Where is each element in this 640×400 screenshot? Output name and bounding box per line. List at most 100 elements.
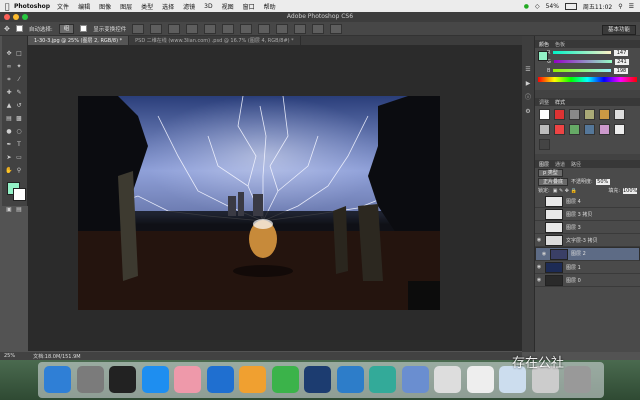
lasso-tool-icon[interactable]: ∞ <box>5 63 13 71</box>
history-brush-tool-icon[interactable]: ↺ <box>15 102 23 110</box>
doc-dock-icon[interactable] <box>466 366 494 393</box>
auto-select-dropdown[interactable]: 组 <box>58 23 75 34</box>
quick-mask-icon[interactable]: ▣ <box>5 206 13 214</box>
layer-row[interactable]: ◉ 图层 1 <box>535 261 640 274</box>
ps-dock-icon[interactable] <box>304 366 331 393</box>
b-value-field[interactable]: 198 <box>614 67 629 74</box>
style-swatch[interactable] <box>583 109 595 120</box>
menu-window[interactable]: 窗口 <box>243 2 255 11</box>
eyedropper-tool-icon[interactable]: ⁄ <box>15 76 23 84</box>
layer-row[interactable]: 图层 4 <box>535 195 640 208</box>
magic-wand-tool-icon[interactable]: ✦ <box>15 63 23 71</box>
distribute-left-icon[interactable] <box>294 23 307 34</box>
distribute-middle-icon[interactable] <box>258 23 271 34</box>
style-swatch[interactable] <box>598 124 610 135</box>
style-swatch[interactable] <box>568 109 580 120</box>
marquee-tool-icon[interactable]: □ <box>15 50 23 58</box>
menu-3d[interactable]: 3D <box>204 3 212 10</box>
visibility-eye-icon[interactable]: ◉ <box>540 250 548 258</box>
search-icon[interactable]: ⚲ <box>618 3 622 10</box>
menu-file[interactable]: 文件 <box>57 2 69 11</box>
wifi-icon[interactable]: ◇ <box>535 3 540 10</box>
style-swatch[interactable] <box>613 124 625 135</box>
show-transform-checkbox[interactable] <box>80 25 88 32</box>
safari-dock-icon[interactable] <box>141 366 169 393</box>
style-swatch[interactable] <box>583 124 595 135</box>
finder-dock-icon[interactable] <box>44 366 71 393</box>
spectrum-bar[interactable] <box>538 77 637 82</box>
menu-image[interactable]: 图像 <box>99 2 111 11</box>
keynote-dock-icon[interactable] <box>206 366 234 393</box>
wechat-icon[interactable]: ● <box>524 3 529 10</box>
history-panel-icon[interactable]: ☰ <box>524 66 532 74</box>
launchpad-dock-icon[interactable] <box>76 366 104 393</box>
zoom-level[interactable]: 25% <box>4 353 15 359</box>
layer-thumbnail[interactable] <box>545 274 563 286</box>
align-middle-icon[interactable] <box>150 23 163 34</box>
menu-edit[interactable]: 编辑 <box>78 2 90 11</box>
iqiyi-dock-icon[interactable] <box>271 366 299 393</box>
menu-view[interactable]: 视图 <box>222 2 234 11</box>
battery-icon[interactable] <box>564 2 577 10</box>
auto-select-checkbox[interactable] <box>15 25 23 32</box>
type-tool-icon[interactable]: T <box>15 141 23 149</box>
path-selection-tool-icon[interactable]: ➤ <box>5 154 13 162</box>
layer-name[interactable]: 图层 3 拷贝 <box>566 211 592 218</box>
opacity-field[interactable]: 50% <box>595 178 610 185</box>
style-swatch[interactable] <box>568 124 580 135</box>
files-dock-icon[interactable] <box>434 366 461 393</box>
document-image[interactable] <box>78 96 440 310</box>
layer-row[interactable]: 图层 3 拷贝 <box>535 208 640 221</box>
layer-row[interactable]: ◉ 图层 0 <box>535 274 640 287</box>
menu-help[interactable]: 帮助 <box>264 2 276 11</box>
layer-row[interactable]: ◉ 图层 2 <box>535 247 640 261</box>
align-left-icon[interactable] <box>186 23 199 34</box>
tab-styles[interactable]: 样式 <box>555 99 565 106</box>
preview-dock-icon[interactable] <box>401 366 429 393</box>
crop-tool-icon[interactable]: ⌗ <box>5 76 13 84</box>
tab-doc-2[interactable]: PSD 二维在线 (www.3lian.com) .psd @ 16.7% (图… <box>129 36 301 45</box>
qq-dock-icon[interactable] <box>109 366 136 393</box>
layer-name[interactable]: 图层 1 <box>566 264 581 271</box>
workspace-switcher[interactable]: 基本功能 <box>601 25 636 35</box>
pen-tool-icon[interactable]: ✒ <box>5 141 13 149</box>
healing-brush-tool-icon[interactable]: ✚ <box>5 89 13 97</box>
align-top-icon[interactable] <box>132 23 145 34</box>
layer-thumbnail[interactable] <box>545 261 563 273</box>
info-panel-icon[interactable]: ⓘ <box>524 94 532 102</box>
screen-mode-icon[interactable]: ▤ <box>15 206 23 214</box>
align-bottom-icon[interactable] <box>168 23 181 34</box>
tab-color[interactable]: 颜色 <box>539 41 549 48</box>
layer-name[interactable]: 图层 4 <box>566 198 581 205</box>
style-swatch[interactable] <box>553 124 565 135</box>
visibility-eye-icon[interactable]: ◉ <box>535 277 543 283</box>
background-color-swatch[interactable] <box>13 188 26 201</box>
visibility-eye-icon[interactable]: ◉ <box>535 264 543 270</box>
blur-tool-icon[interactable]: ● <box>5 128 13 136</box>
layer-thumbnail[interactable] <box>550 248 568 260</box>
style-swatch[interactable] <box>539 139 550 150</box>
visibility-eye-icon[interactable]: ◉ <box>535 237 543 243</box>
menu-type[interactable]: 类型 <box>141 2 153 11</box>
photos-dock-icon[interactable] <box>174 366 201 393</box>
layer-thumbnail[interactable] <box>545 221 563 233</box>
blend-mode-dropdown[interactable]: 正片叠底 <box>538 177 569 186</box>
move-tool-icon[interactable]: ✥ <box>5 50 13 58</box>
tab-doc-1[interactable]: 1-30-3.jpg @ 25% (图层 2, RGB/8) * <box>28 36 130 45</box>
dodge-tool-icon[interactable]: ○ <box>15 128 23 136</box>
properties-panel-icon[interactable]: ⚙ <box>524 108 532 116</box>
layer-filter-dropdown[interactable]: p 类型 <box>538 168 563 177</box>
apple-icon[interactable]:  <box>0 2 14 11</box>
tab-paths[interactable]: 路径 <box>571 161 581 168</box>
style-swatch[interactable] <box>539 109 550 120</box>
mail-dock-icon[interactable] <box>369 366 396 393</box>
layer-row[interactable]: 图层 3 <box>535 221 640 234</box>
style-swatch[interactable] <box>613 109 625 120</box>
layer-name[interactable]: 图层 0 <box>566 277 581 284</box>
clone-stamp-tool-icon[interactable]: ▲ <box>5 102 13 110</box>
tab-adjustments[interactable]: 调整 <box>539 99 549 106</box>
eraser-tool-icon[interactable]: ▤ <box>5 115 13 123</box>
distribute-bottom-icon[interactable] <box>276 23 289 34</box>
layer-thumbnail[interactable] <box>545 208 563 220</box>
align-center-icon[interactable] <box>204 23 217 34</box>
